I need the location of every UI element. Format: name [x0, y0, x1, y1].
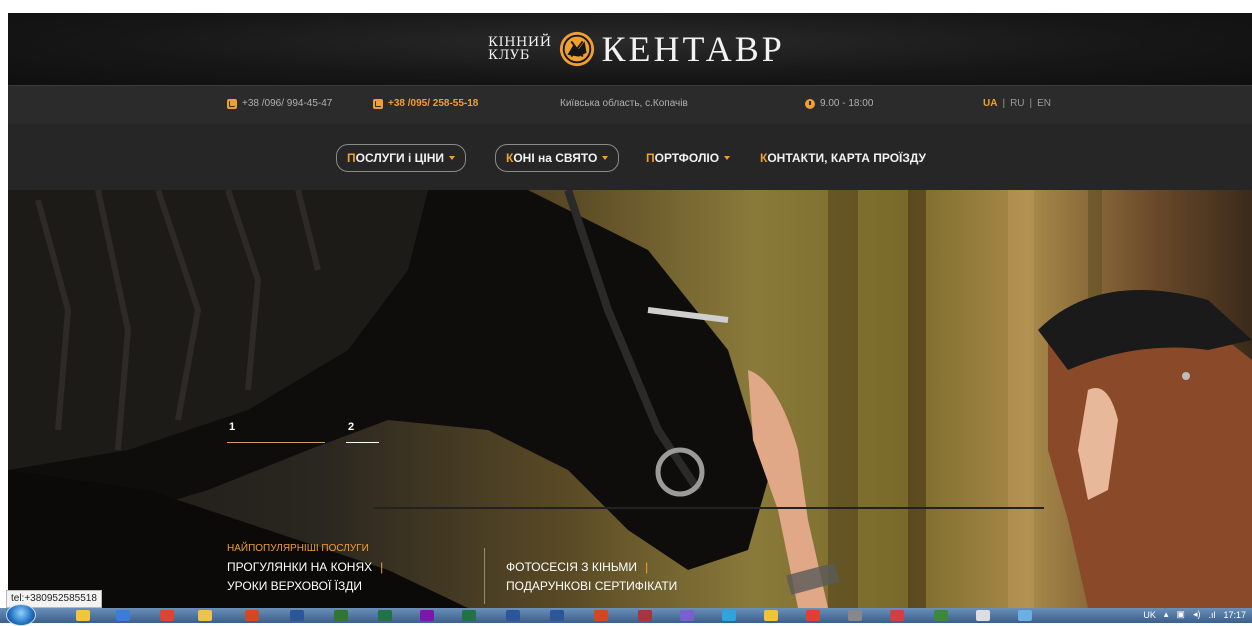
lang-en[interactable]: EN [1037, 98, 1051, 109]
nav-label: ОСЛУГИ і ЦІНИ [355, 151, 445, 165]
phone-2[interactable]: +38 /095/ 258-55-18 [373, 98, 478, 109]
contact-bar: +38 /096/ 994-45-47 +38 /095/ 258-55-18 … [8, 85, 1252, 125]
onenote-icon[interactable] [420, 610, 434, 621]
taskbar-app-icon[interactable] [764, 610, 778, 621]
phone-icon [373, 98, 383, 109]
taskbar-app-icon[interactable] [806, 610, 820, 621]
taskbar-app-icon[interactable] [76, 610, 90, 621]
hours-text: 9.00 - 18:00 [820, 98, 874, 109]
nav-label-initial: К [506, 151, 514, 165]
service-label: УРОКИ ВЕРХОВОЇ ЇЗДИ [227, 579, 362, 593]
main-nav: П ОСЛУГИ і ЦІНИ К ОНІ на СВЯТО П ОРТФОЛІО К… [8, 124, 1252, 190]
excel-icon[interactable] [462, 610, 476, 621]
site-logo[interactable]: КІННИЙ КЛУБ КЕНТАВР [488, 27, 785, 71]
taskbar-app-icon[interactable] [1018, 610, 1032, 621]
popular-services-title: НАЙПОПУЛЯРНІШІ ПОСЛУГИ [227, 543, 369, 554]
phone-2-text: +38 /095/ 258-55-18 [388, 98, 479, 109]
nav-label: ОНІ на СВЯТО [513, 151, 598, 165]
signal-icon[interactable]: .ıl [1208, 610, 1215, 620]
phone-icon [227, 98, 237, 109]
caret-down-icon [602, 156, 609, 160]
viber-icon[interactable] [680, 610, 694, 621]
phone-1[interactable]: +38 /096/ 994-45-47 [227, 98, 332, 109]
centaur-emblem-icon [559, 31, 594, 67]
service-riding-lessons[interactable]: УРОКИ ВЕРХОВОЇ ЇЗДИ [227, 579, 362, 593]
access-icon[interactable] [638, 610, 652, 621]
slide-1-indicator [227, 442, 325, 443]
chrome-icon[interactable] [160, 610, 174, 621]
telegram-icon[interactable] [722, 610, 736, 621]
keyboard-language[interactable]: UK [1143, 610, 1156, 620]
nav-horses-holiday[interactable]: К ОНІ на СВЯТО [495, 144, 620, 172]
service-horse-rides[interactable]: ПРОГУЛЯНКИ НА КОНЯХ | [227, 560, 383, 574]
lang-ru[interactable]: RU [1010, 98, 1024, 109]
logo-line2: КЛУБ [488, 48, 530, 63]
excel-icon[interactable] [378, 610, 392, 621]
service-gift-certificates[interactable]: ПОДАРУНКОВІ СЕРТИФІКАТИ [506, 579, 677, 593]
network-icon[interactable]: ▣ [1176, 609, 1185, 620]
os-taskbar: UK ▴ ▣ ◂) .ıl 17:17 [0, 604, 1252, 626]
nav-label-initial: К [760, 151, 768, 165]
caret-down-icon [724, 156, 731, 160]
column-divider [484, 548, 485, 604]
logo-small-text: КІННИЙ КЛУБ [488, 36, 552, 62]
service-photoshoot[interactable]: ФОТОСЕСІЯ З КІНЬМИ | [506, 560, 648, 574]
nav-portfolio[interactable]: П ОРТФОЛІО [646, 147, 731, 169]
powerpoint-icon[interactable] [594, 610, 608, 621]
tray-arrow-icon[interactable]: ▴ [1164, 609, 1169, 620]
powerpoint-icon[interactable] [245, 610, 259, 621]
lang-ua[interactable]: UA [983, 98, 997, 109]
caret-down-icon [449, 156, 456, 160]
separator: | [380, 560, 384, 574]
separator: | [645, 560, 649, 574]
taskbar-app-icon[interactable] [890, 610, 904, 621]
hero-divider [374, 507, 1044, 509]
nav-label-initial: П [646, 151, 655, 165]
slide-1-tab[interactable]: 1 [229, 421, 235, 433]
nav-contacts-map[interactable]: К ОНТАКТИ, КАРТА ПРОЇЗДУ [760, 147, 926, 169]
project-icon[interactable] [334, 610, 348, 621]
service-label: ФОТОСЕСІЯ З КІНЬМИ [506, 560, 638, 574]
clock-time[interactable]: 17:17 [1223, 610, 1246, 620]
nav-label: ОРТФОЛІО [654, 151, 720, 165]
slide-2-tab[interactable]: 2 [348, 421, 354, 433]
service-label: ПОДАРУНКОВІ СЕРТИФІКАТИ [506, 579, 678, 593]
service-label: ПРОГУЛЯНКИ НА КОНЯХ [227, 560, 373, 574]
phone-1-text: +38 /096/ 994-45-47 [242, 98, 333, 109]
taskbar-app-icon[interactable] [934, 610, 948, 621]
system-tray: UK ▴ ▣ ◂) .ıl 17:17 [1143, 609, 1246, 620]
hero-photo [8, 190, 1252, 608]
clock-icon [805, 98, 815, 109]
address-text: Київська область, с.Копачів [560, 98, 688, 109]
language-switcher: UA | RU | EN [983, 98, 1051, 109]
taskbar-app-icon[interactable] [976, 610, 990, 621]
nav-label: ОНТАКТИ, КАРТА ПРОЇЗДУ [767, 151, 927, 165]
lang-separator: | [1002, 98, 1006, 109]
web-page: КІННИЙ КЛУБ КЕНТАВР +38 /096/ 994-45-47 … [8, 13, 1252, 608]
lang-separator: | [1029, 98, 1033, 109]
address: Київська область, с.Копачів [560, 98, 688, 109]
logo-title: КЕНТАВР [601, 29, 785, 69]
nav-label-initial: П [347, 151, 356, 165]
nav-services-prices[interactable]: П ОСЛУГИ і ЦІНИ [336, 144, 467, 172]
site-header: КІННИЙ КЛУБ КЕНТАВР [8, 13, 1252, 85]
working-hours: 9.00 - 18:00 [805, 98, 873, 109]
folder-icon[interactable] [198, 610, 212, 621]
taskbar-app-icon[interactable] [116, 610, 130, 621]
volume-icon[interactable]: ◂) [1193, 609, 1201, 620]
word-icon[interactable] [506, 610, 520, 621]
word-icon[interactable] [550, 610, 564, 621]
calculator-icon[interactable] [848, 610, 862, 621]
hero-slider: 1 2 НАЙПОПУЛЯРНІШІ ПОСЛУГИ ПРОГУЛЯНКИ НА… [8, 190, 1252, 608]
slide-2-indicator [346, 442, 379, 443]
outlook-icon[interactable] [290, 610, 304, 621]
